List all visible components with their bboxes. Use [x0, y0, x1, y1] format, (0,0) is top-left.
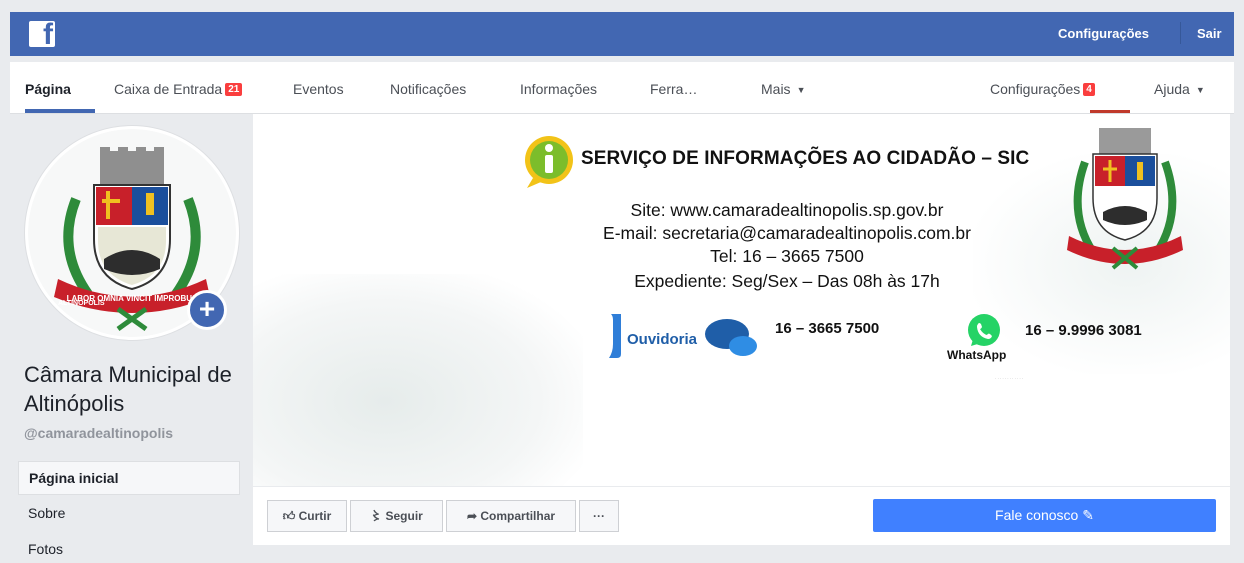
tab-events[interactable]: Eventos: [293, 81, 344, 97]
share-button[interactable]: ➦ Compartilhar: [446, 500, 576, 532]
cover-site-line: Site: www.camaradealtinopolis.sp.gov.br: [630, 200, 944, 220]
page-sidebar-nav: Página inicial Sobre Fotos: [18, 461, 240, 563]
whatsapp-phone: 16 – 9.9996 3081: [1025, 322, 1142, 339]
whatsapp-icon: [968, 314, 1000, 346]
follow-label: Seguir: [385, 509, 423, 523]
sidebar-item-photos[interactable]: Fotos: [18, 531, 240, 563]
ouvidoria-label: Ouvidoria: [627, 331, 698, 348]
tab-settings[interactable]: Configurações 4: [990, 81, 1095, 97]
ouvidoria-bar-icon: [609, 314, 621, 358]
page-title: Câmara Municipal de Altinópolis: [24, 362, 232, 416]
tab-notifications[interactable]: Notificações: [390, 81, 466, 97]
follow-button[interactable]: 〻 Seguir: [350, 500, 443, 532]
crest-city-label: ALTINÓPOLIS: [58, 298, 105, 307]
tab-help[interactable]: Ajuda ▼: [1154, 81, 1205, 97]
add-photo-button[interactable]: +: [187, 290, 227, 330]
cover-hours-line: Expediente: Seg/Sex – Das 08h às 17h: [634, 271, 940, 291]
share-arrow-icon: ➦: [466, 509, 478, 523]
contact-button[interactable]: Fale conosco ✎: [873, 499, 1216, 532]
contact-label: Fale conosco: [995, 507, 1079, 523]
share-label: Compartilhar: [480, 509, 556, 523]
tab-page-label: Página: [25, 81, 71, 97]
like-label: Curtir: [298, 509, 332, 523]
tab-page[interactable]: Página: [25, 81, 71, 97]
tab-more-label: Mais: [761, 81, 791, 97]
cover-fineprint: · · · · · · · · · · · ·: [995, 376, 1024, 381]
page-username[interactable]: @camaradealtinopolis: [24, 425, 173, 441]
logout-link[interactable]: Sair: [1197, 26, 1222, 41]
tab-information[interactable]: Informações: [520, 81, 597, 97]
cover-email-line: E-mail: secretaria@camaradealtinopolis.c…: [603, 223, 971, 243]
rss-icon: 〻: [370, 509, 383, 523]
chat-bubbles-icon: [705, 319, 757, 356]
facebook-logo-icon[interactable]: f: [29, 18, 55, 51]
tab-inbox[interactable]: Caixa de Entrada 21: [114, 81, 243, 97]
settings-count-badge: 4: [1083, 83, 1095, 96]
top-separator: [1180, 22, 1181, 44]
tab-tools[interactable]: Ferra…: [650, 81, 697, 97]
cover-photo[interactable]: SERVIÇO DE INFORMAÇÕES AO CIDADÃO – SIC …: [253, 114, 1230, 486]
active-tab-indicator: [25, 109, 95, 113]
sidebar-item-home[interactable]: Página inicial: [18, 461, 240, 495]
whatsapp-label: WhatsApp: [947, 348, 1007, 362]
facebook-logo-letter: f: [43, 18, 53, 51]
sic-title: SERVIÇO DE INFORMAÇÕES AO CIDADÃO – SIC: [581, 148, 1030, 169]
tab-settings-label: Configurações: [990, 81, 1081, 97]
caret-down-icon: ▼: [1195, 85, 1205, 95]
ouvidoria-phone: 16 – 3665 7500: [775, 320, 880, 337]
settings-indicator: [1090, 110, 1130, 113]
caret-down-icon: ▼: [796, 85, 806, 95]
sidebar-item-about[interactable]: Sobre: [18, 495, 240, 531]
facebook-bluebar: f Configurações Sair: [10, 12, 1234, 56]
thumbs-up-icon: 👍︎: [282, 509, 296, 523]
top-settings-link[interactable]: Configurações: [1058, 26, 1149, 41]
inbox-count-badge: 21: [225, 83, 243, 96]
page-tabs-bar: Página Caixa de Entrada 21 Eventos Notifi…: [10, 62, 1234, 114]
city-crest-icon: [1067, 128, 1183, 270]
cover-tel-line: Tel: 16 – 3665 7500: [710, 246, 864, 266]
more-options-button[interactable]: ···: [579, 500, 619, 532]
like-button[interactable]: 👍︎ Curtir: [267, 500, 347, 532]
tab-more[interactable]: Mais ▼: [761, 81, 805, 97]
page-action-bar: 👍︎ Curtir 〻 Seguir ➦ Compartilhar ··· Fa…: [253, 486, 1230, 545]
tab-inbox-label: Caixa de Entrada: [114, 81, 223, 97]
info-icon: [525, 136, 573, 188]
top-area: f Configurações Sair: [0, 0, 1244, 62]
pencil-icon: ✎: [1082, 507, 1094, 523]
ouvidoria-logo: Ouvidoria: [607, 314, 767, 362]
cover-background-shade: [253, 274, 583, 486]
tab-help-label: Ajuda: [1154, 81, 1190, 97]
